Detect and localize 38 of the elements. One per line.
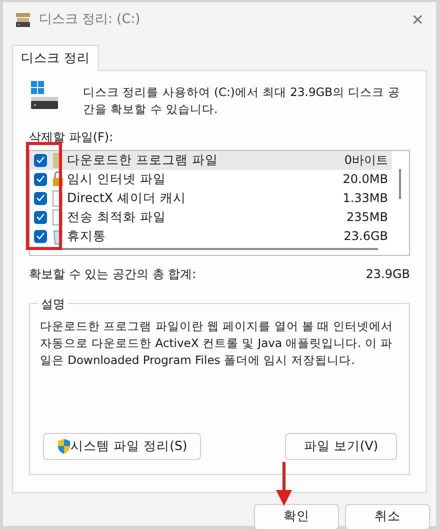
file-size: 20.0MB [342, 171, 389, 188]
close-button[interactable]: ✕ [411, 8, 424, 32]
description-text: 다운로드한 프로그램 파일이란 웹 페이지를 열어 볼 때 인터넷에서 자동으로 다운로드한 ActiveX 컨트롤 및 Java 애플릿입니다. 이 파일은 Downloaded Program Files 폴더에 임시 저장됩니다. [40, 318, 394, 369]
total-value: 23.9GB [366, 266, 410, 283]
file-size: 1.33MB [342, 190, 389, 208]
list-label: 삭제할 파일(F): [29, 128, 114, 146]
intro-text: 디스크 정리를 사용하여 (C:)에서 최대 23.9GB의 디스크 공간을 확보할 수 있습니다. [82, 84, 401, 118]
file-list-item[interactable]: DirectX 셰이더 캐시 1.33MB [30, 188, 392, 208]
drive-icon [29, 80, 59, 111]
system-cleanup-button[interactable]: 시스템 파일 정리(S) [43, 432, 201, 460]
ok-button[interactable]: 확인 [254, 504, 339, 529]
file-name: 임시 인터넷 파일 [67, 170, 166, 188]
window-title: 디스크 정리: (C:) [39, 11, 140, 30]
view-files-button[interactable]: 파일 보기(V) [285, 432, 397, 460]
drive-icon [15, 13, 31, 27]
shield-icon [56, 438, 71, 454]
checkbox[interactable] [34, 230, 47, 243]
file-list-item[interactable]: 임시 인터넷 파일 20.0MB [30, 170, 392, 189]
lock-icon [52, 170, 63, 188]
file-list-item[interactable]: 휴지통 23.6GB [30, 226, 392, 246]
arrow [275, 462, 293, 506]
total-label: 확보할 수 있는 공간의 총 합계: [29, 266, 196, 283]
file-name: 휴지통 [67, 226, 106, 245]
checkbox[interactable] [34, 192, 47, 205]
tab[interactable]: 디스크 정리 [12, 45, 99, 71]
file-name: DirectX 셰이더 캐시 [67, 188, 186, 207]
file-list-item[interactable]: 다운로드한 프로그램 파일 0바이트 [30, 150, 392, 170]
file-list-item[interactable]: 전송 최적화 파일 235MB [30, 208, 392, 227]
checkbox[interactable] [34, 154, 47, 167]
checkbox[interactable] [34, 210, 47, 224]
scrollbar-thumb[interactable] [399, 168, 401, 199]
file-size: 235MB [346, 209, 389, 226]
cancel-button[interactable]: 취소 [345, 504, 430, 529]
file-name: 전송 최적화 파일 [67, 208, 166, 226]
file-size: 23.6GB [344, 228, 389, 246]
file-size: 0바이트 [344, 152, 389, 170]
checkbox[interactable] [34, 172, 47, 186]
file-name: 다운로드한 프로그램 파일 [67, 150, 218, 169]
